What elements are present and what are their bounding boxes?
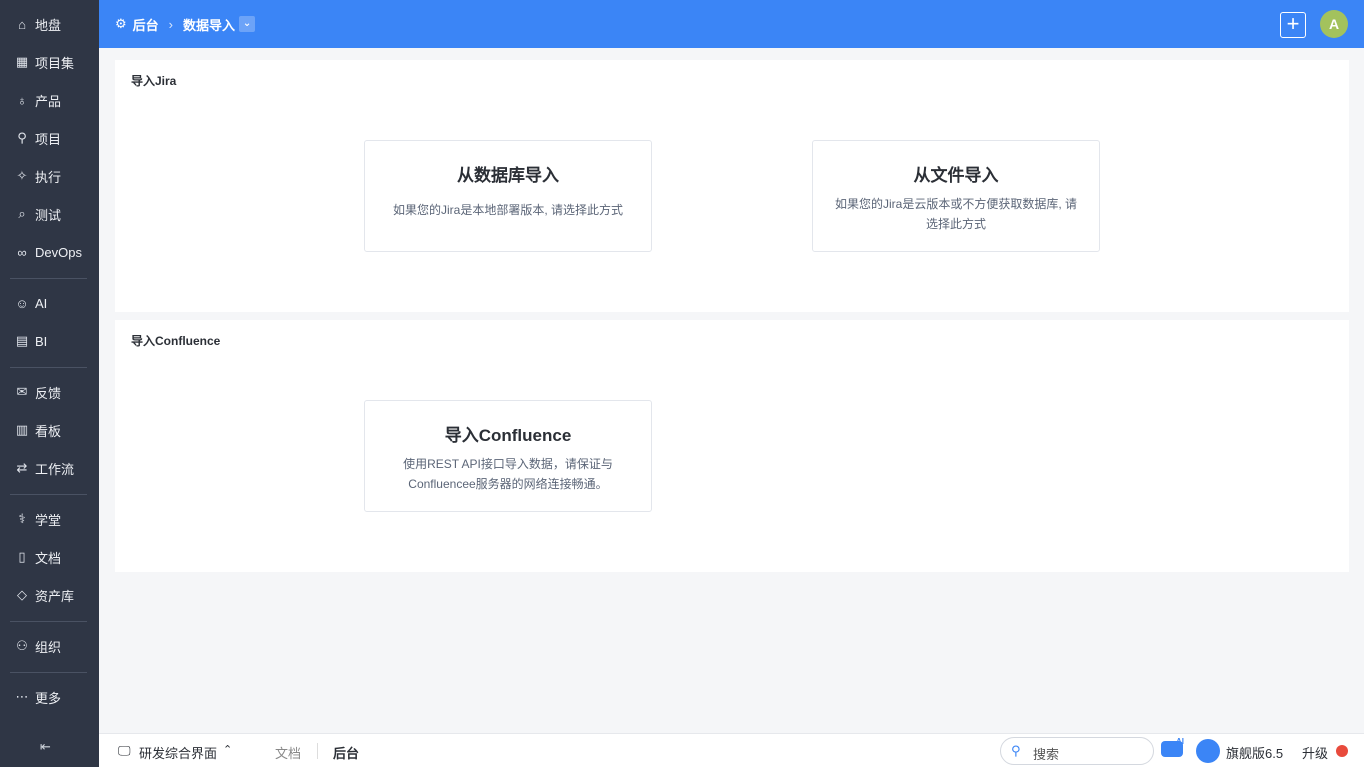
divider [317,743,318,759]
sidebar-item-11[interactable]: ⇄ 工作流 [0,451,99,485]
avatar[interactable]: A [1320,10,1348,38]
sidebar-item-label: 工作流 [35,461,75,477]
sidebar-item-label: DevOps [35,244,82,260]
chevron-up-icon[interactable]: ⌃ [223,743,232,756]
rocket-icon: ⚲ [17,130,27,145]
breadcrumb-separator: › [168,16,174,32]
sidebar-divider [10,494,87,495]
sidebar-item-label: 测试 [35,207,62,223]
add-button[interactable]: + [1280,12,1306,38]
sidebar-item-label: 反馈 [35,385,62,401]
sidebar-item-label: 学堂 [35,512,62,528]
sidebar-item-label: BI [35,333,48,349]
header: ⚙ 后台 › 数据导入 ⌄ + A [99,0,1364,48]
flow-icon: ⇄ [16,460,28,475]
sidebar-item-15[interactable]: ⚇ 组织 [0,629,99,663]
card-title: 导入Confluence [444,426,572,445]
sidebar-item-6[interactable]: ∞ DevOps [0,235,99,269]
sidebar-item-label: 项目集 [35,55,75,71]
home-icon: ⌂ [18,16,26,32]
sidebar-divider [10,621,87,622]
confluence-panel: 导入Confluence 导入Confluence 使用REST API接口导入… [115,320,1349,572]
sidebar-item-13[interactable]: ▯ 文档 [0,540,99,574]
card-desc: 如果您的Jira是本地部署版本, 请选择此方式 [392,203,623,217]
upgrade-arrow-icon [1336,745,1348,757]
breadcrumb-current: 数据导入 [183,17,236,33]
section-title: 导入Confluence [131,334,221,348]
import-confluence-card[interactable]: 导入Confluence 使用REST API接口导入数据，请保证与Conflu… [364,400,652,512]
sidebar-item-label: 组织 [35,639,62,655]
collapse-sidebar-icon[interactable]: ⇤ [40,739,51,755]
sidebar-item-1[interactable]: ▦ 项目集 [0,45,99,79]
import-from-database-card[interactable]: 从数据库导入 如果您的Jira是本地部署版本, 请选择此方式 [364,140,652,252]
inbox-icon: ✉ [16,384,28,399]
infinity-icon: ∞ [17,244,27,260]
sidebar-item-14[interactable]: ◇ 资产库 [0,578,99,612]
sidebar-item-9[interactable]: ✉ 反馈 [0,375,99,409]
sidebar-item-10[interactable]: ▥ 看板 [0,413,99,447]
search-icon: ⌕ [18,206,26,221]
monitor-icon: 🖵 [118,743,131,758]
sidebar-divider [10,367,87,368]
gear-icon: ⚙ [115,16,127,31]
sidebar-item-2[interactable]: ♁ 产品 [0,83,99,117]
sidebar-item-label: 更多 [35,690,62,706]
sidebar-item-label: 项目 [35,131,62,147]
sidebar-item-7[interactable]: ☺ AI [0,286,99,320]
edition-label: 旗舰版6.5 [1226,746,1284,761]
wand-icon: ✧ [16,168,28,183]
card-title: 从数据库导入 [457,166,559,185]
users-icon: ⚇ [16,638,28,653]
ai-label: AI [1176,737,1184,746]
stethoscope-icon: ⚕ [18,511,26,526]
tab-docs[interactable]: 文档 [275,743,301,762]
sidebar-item-4[interactable]: ✧ 执行 [0,159,99,193]
sidebar-item-label: 看板 [35,423,62,439]
sidebar-item-8[interactable]: ▤ BI [0,324,99,358]
search-icon: ⚲ [1011,743,1021,758]
sidebar-item-16[interactable]: ⋯ 更多 [0,680,99,714]
doc-icon: ▯ [18,549,26,564]
bulb-icon: ♁ [17,92,27,108]
grid-icon: ▦ [15,54,29,69]
section-title: 导入Jira [131,74,177,88]
more-icon: ⋯ [15,689,29,704]
sidebar-item-12[interactable]: ⚕ 学堂 [0,502,99,536]
zentao-logo-icon [1196,739,1220,763]
sidebar-item-label: 执行 [35,169,62,185]
sidebar-item-5[interactable]: ⌕ 测试 [0,197,99,231]
sidebar-item-label: 产品 [35,93,62,109]
jira-panel: 导入Jira 从数据库导入 如果您的Jira是本地部署版本, 请选择此方式 从文… [115,60,1349,312]
search-input[interactable]: ⚲ 搜索 [1000,737,1154,765]
robot-icon: ☺ [15,295,29,311]
diamond-icon: ◇ [17,587,27,602]
sidebar-item-label: 资产库 [35,588,75,604]
card-desc: 使用REST API接口导入数据，请保证与Confluencee服务器的网络连接… [403,457,613,491]
sidebar: ⌂ 地盘 ▦ 项目集 ♁ 产品 ⚲ 项目 ✧ 执行 ⌕ 测试 ∞ DevOps ☺ AI ▤ BI ✉ 反馈 ▥ 看板 ⇄ 工… [0,0,99,767]
tab-admin[interactable]: 后台 [333,743,359,762]
workspace-switcher[interactable]: 研发综合界面 [139,743,217,762]
sidebar-item-3[interactable]: ⚲ 项目 [0,121,99,155]
sidebar-item-0[interactable]: ⌂ 地盘 [0,7,99,41]
upgrade-link[interactable]: 升级 [1302,743,1328,762]
card-title: 从文件导入 [913,166,999,185]
kanban-icon: ▥ [15,422,29,437]
sidebar-item-label: 文档 [35,550,62,566]
sidebar-item-label: AI [35,295,48,311]
chart-icon: ▤ [15,333,29,348]
card-desc: 如果您的Jira是云版本或不方便获取数据库, 请选择此方式 [834,197,1077,231]
import-from-file-card[interactable]: 从文件导入 如果您的Jira是云版本或不方便获取数据库, 请选择此方式 [812,140,1100,252]
bottom-bar: 🖵 研发综合界面 ⌃ 文档 后台 ⚲ 搜索 AI 旗舰版6.5 升级 [99,733,1364,767]
sidebar-divider [10,278,87,279]
breadcrumb-root[interactable]: 后台 [133,15,159,34]
sidebar-divider [10,672,87,673]
chevron-down-icon[interactable]: ⌄ [239,16,256,32]
sidebar-item-label: 地盘 [35,17,62,33]
search-placeholder: 搜索 [1033,747,1060,762]
